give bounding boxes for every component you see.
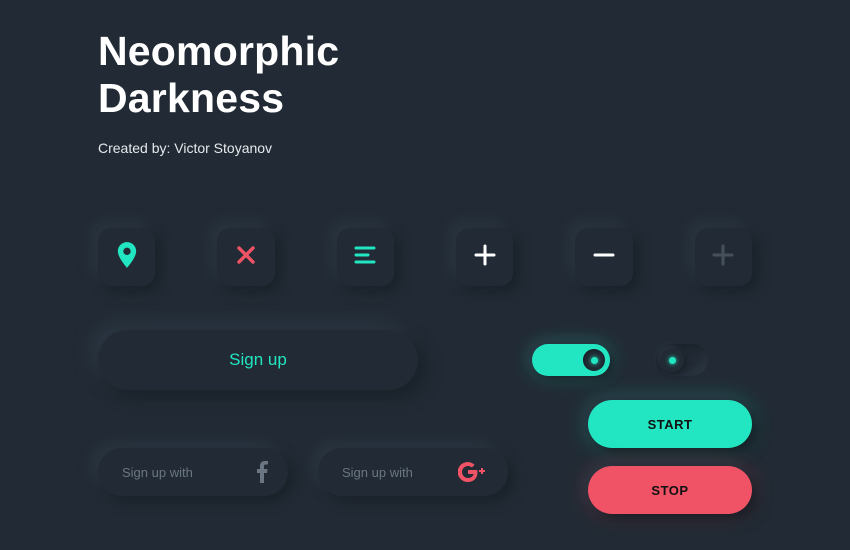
facebook-icon xyxy=(256,461,268,483)
signup-facebook-button[interactable]: Sign up with xyxy=(98,448,288,496)
minus-button[interactable] xyxy=(575,228,632,286)
menu-icon xyxy=(354,246,376,269)
plus-button[interactable] xyxy=(456,228,513,286)
title-line-2: Darkness xyxy=(98,75,284,121)
toggle-off[interactable] xyxy=(656,344,708,376)
location-pin-icon xyxy=(116,242,138,273)
minus-icon xyxy=(593,244,615,271)
toggle-off-knob xyxy=(660,348,684,372)
toggle-on-knob xyxy=(583,349,605,371)
location-button[interactable] xyxy=(98,228,155,286)
social-label: Sign up with xyxy=(342,465,413,480)
stop-label: STOP xyxy=(651,483,688,498)
start-label: START xyxy=(648,417,693,432)
signup-button[interactable]: Sign up xyxy=(98,330,418,390)
stop-button[interactable]: STOP xyxy=(588,466,752,514)
signup-label: Sign up xyxy=(229,350,287,370)
plus-muted-button[interactable] xyxy=(695,228,752,286)
toggle-on[interactable] xyxy=(532,344,610,376)
icon-button-row xyxy=(98,228,752,286)
close-button[interactable] xyxy=(217,228,274,286)
signup-google-button[interactable]: Sign up with xyxy=(318,448,508,496)
byline: Created by: Victor Stoyanov xyxy=(98,140,752,156)
title-line-1: Neomorphic xyxy=(98,28,339,74)
start-button[interactable]: START xyxy=(588,400,752,448)
plus-muted-icon xyxy=(712,244,734,271)
close-icon xyxy=(236,245,256,270)
page-title: Neomorphic Darkness xyxy=(98,28,752,122)
plus-icon xyxy=(474,244,496,271)
social-label: Sign up with xyxy=(122,465,193,480)
google-plus-icon xyxy=(458,462,488,482)
menu-button[interactable] xyxy=(337,228,394,286)
